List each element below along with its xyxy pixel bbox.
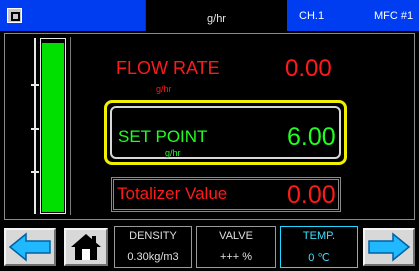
menu-icon[interactable] [7, 8, 22, 23]
temp-panel: TEMP. 0 ℃ [280, 226, 358, 268]
channel-label: CH.1 [299, 10, 325, 22]
flow-rate-value: 0.00 [285, 55, 332, 82]
density-value: 0.30kg/m3 [127, 251, 179, 263]
home-icon [71, 234, 101, 260]
temp-value: 0 ℃ [308, 252, 330, 264]
arrow-left-icon [8, 232, 51, 262]
density-title: DENSITY [129, 230, 177, 242]
totalizer-label: Totalizer Value [117, 184, 228, 203]
totalizer-value: 0.00 [287, 181, 336, 209]
arrow-right-icon [368, 232, 411, 262]
prev-button[interactable] [4, 228, 56, 266]
valve-value: +++ % [219, 251, 253, 263]
density-panel: DENSITY 0.30kg/m3 [114, 226, 192, 268]
gauge-tick [31, 171, 39, 173]
temp-title: TEMP. [302, 230, 336, 242]
set-point-value[interactable]: 6.00 [287, 123, 336, 152]
flow-bar-gauge [40, 38, 66, 214]
home-button[interactable] [64, 228, 108, 266]
flow-rate-unit: g/hr [156, 84, 172, 94]
next-button[interactable] [363, 228, 415, 266]
gauge-tick [31, 128, 39, 130]
valve-panel: VALVE +++ % [196, 226, 276, 268]
flow-bar-fill [42, 43, 64, 212]
gauge-tick [31, 84, 39, 86]
set-point-label: SET POINT [118, 127, 208, 146]
flow-rate-label: FLOW RATE [116, 58, 220, 78]
header-unit: g/hr [146, 0, 287, 31]
mfc-label: MFC #1 [374, 10, 414, 22]
valve-title: VALVE [219, 230, 253, 242]
gauge-axis [34, 38, 36, 214]
set-point-unit: g/hr [165, 148, 181, 158]
